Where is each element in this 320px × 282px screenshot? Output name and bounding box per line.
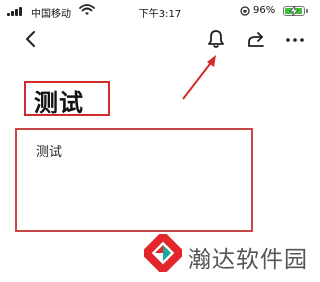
note-title[interactable]: 测试 bbox=[34, 83, 84, 118]
orientation-lock-icon bbox=[240, 6, 250, 16]
more-icon[interactable] bbox=[284, 28, 306, 50]
status-bar: 中国移动 下午3:17 96% bbox=[0, 0, 320, 22]
battery-percent: 96% bbox=[253, 5, 276, 16]
battery-cap bbox=[306, 9, 308, 13]
bell-icon[interactable] bbox=[205, 28, 227, 50]
note-body[interactable]: 测试 bbox=[36, 141, 62, 160]
note-toolbar bbox=[0, 22, 320, 62]
watermark-logo bbox=[144, 234, 182, 272]
watermark-text: 瀚达软件园 bbox=[188, 247, 308, 273]
share-icon[interactable] bbox=[245, 28, 267, 50]
back-chevron-icon[interactable] bbox=[20, 28, 42, 50]
charging-bolt-icon bbox=[289, 6, 299, 16]
